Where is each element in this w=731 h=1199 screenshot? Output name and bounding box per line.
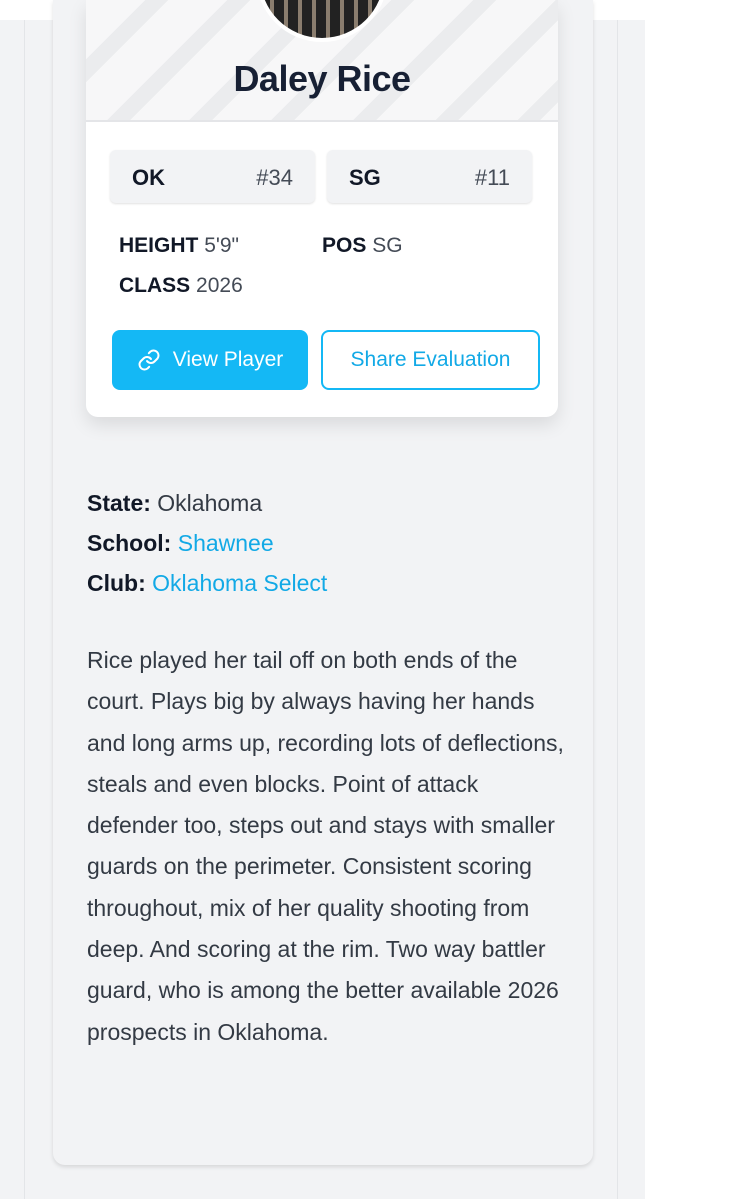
state-abbr: OK <box>132 165 165 190</box>
player-card-header: Daley Rice <box>86 0 558 122</box>
state-detail-value: Oklahoma <box>157 490 263 516</box>
class-value: 2026 <box>196 274 243 297</box>
right-border-line <box>617 20 618 1199</box>
share-evaluation-button[interactable]: Share Evaluation <box>321 330 540 390</box>
position-abbr: SG <box>349 165 381 190</box>
school-link[interactable]: Shawnee <box>178 530 274 556</box>
player-name: Daley Rice <box>233 58 411 99</box>
share-evaluation-label: Share Evaluation <box>350 348 511 371</box>
state-rank: #34 <box>256 165 293 190</box>
view-player-button[interactable]: View Player <box>112 330 308 390</box>
club-detail: Club: Oklahoma Select <box>87 570 327 597</box>
state-detail-label: State: <box>87 490 151 516</box>
club-detail-label: Club: <box>87 570 146 596</box>
evaluation-text: Rice played her tail off on both ends of… <box>87 647 564 1045</box>
club-link[interactable]: Oklahoma Select <box>152 570 327 596</box>
state-detail: State: Oklahoma <box>87 490 262 517</box>
class-label: CLASS <box>119 274 191 297</box>
school-detail-label: School: <box>87 530 172 556</box>
view-player-label: View Player <box>172 348 284 371</box>
height-value: 5'9" <box>204 234 240 257</box>
position-rank-chip: SG #11 <box>327 150 532 203</box>
right-margin <box>645 0 731 1199</box>
pos-label: POS <box>322 234 367 257</box>
height-info: HEIGHT 5'9" <box>119 234 239 258</box>
height-label: HEIGHT <box>119 234 199 257</box>
state-rank-chip: OK #34 <box>110 150 315 203</box>
pos-value: SG <box>372 234 403 257</box>
class-info: CLASS 2026 <box>119 274 243 298</box>
link-icon <box>138 349 160 371</box>
position-info: POS SG <box>322 234 403 258</box>
player-photo <box>260 0 384 38</box>
player-card: Daley Rice OK #34 SG #11 HEIGHT 5'9" POS… <box>86 0 558 417</box>
left-border-line <box>24 20 25 1199</box>
school-detail: School: Shawnee <box>87 530 274 557</box>
position-rank: #11 <box>474 165 510 190</box>
page: Daley Rice OK #34 SG #11 HEIGHT 5'9" POS… <box>0 0 731 1199</box>
player-avatar <box>256 0 388 42</box>
